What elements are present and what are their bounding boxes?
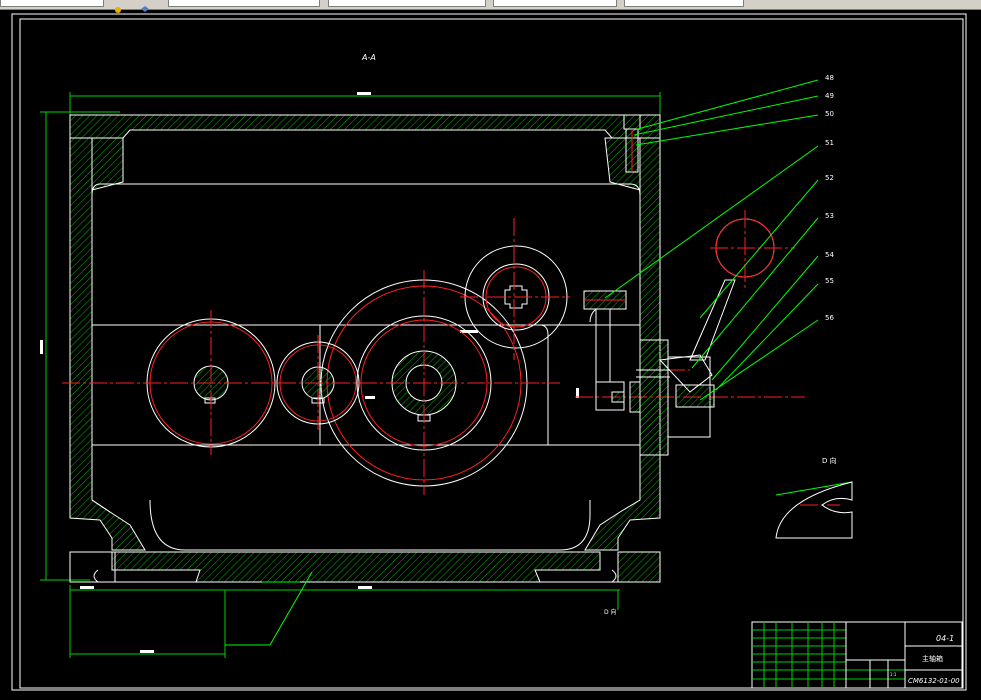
part-number-53: 53 <box>825 212 834 220</box>
toolbar-lineweight-select[interactable] <box>624 0 744 7</box>
title-code-top: 04-1 <box>936 634 954 643</box>
view-label-d-bottom: D 向 <box>604 608 617 616</box>
title-part-name: 主轴箱 <box>922 654 943 663</box>
part-number-48: 48 <box>825 74 834 82</box>
title-scale: 1:1 <box>890 672 897 677</box>
d-view-profile <box>775 481 853 539</box>
toolbar-linetype-select[interactable] <box>493 0 617 7</box>
toolbar-color-select[interactable] <box>328 0 486 7</box>
undo-icon[interactable] <box>114 0 122 13</box>
cube-icon[interactable] <box>140 0 149 12</box>
cad-drawing-canvas[interactable]: A-A 48 49 50 51 52 53 54 55 56 D 向 D 向 0… <box>0 10 981 700</box>
part-number-52: 52 <box>825 174 834 182</box>
gears <box>146 245 568 487</box>
part-number-49: 49 <box>825 92 834 100</box>
center-lines <box>62 210 840 506</box>
part-number-55: 55 <box>825 277 834 285</box>
view-label-d: D 向 <box>822 456 837 465</box>
toolbar-layer-select[interactable] <box>168 0 320 7</box>
part-number-54: 54 <box>825 251 834 259</box>
housing-walls <box>69 114 661 583</box>
title-drawing-no: CM6132-01-00 <box>908 677 960 685</box>
part-number-56: 56 <box>825 314 834 322</box>
section-label: A-A <box>361 53 376 62</box>
toolbar <box>0 0 981 13</box>
part-number-labels: 48 49 50 51 52 53 54 55 56 <box>825 74 834 322</box>
part-number-51: 51 <box>825 139 834 147</box>
toolbar-field-1[interactable] <box>0 0 104 7</box>
inner-cavity <box>91 183 641 551</box>
title-block: 04-1 主轴箱 CM6132-01-00 1:1 <box>751 621 963 689</box>
part-number-50: 50 <box>825 110 834 118</box>
